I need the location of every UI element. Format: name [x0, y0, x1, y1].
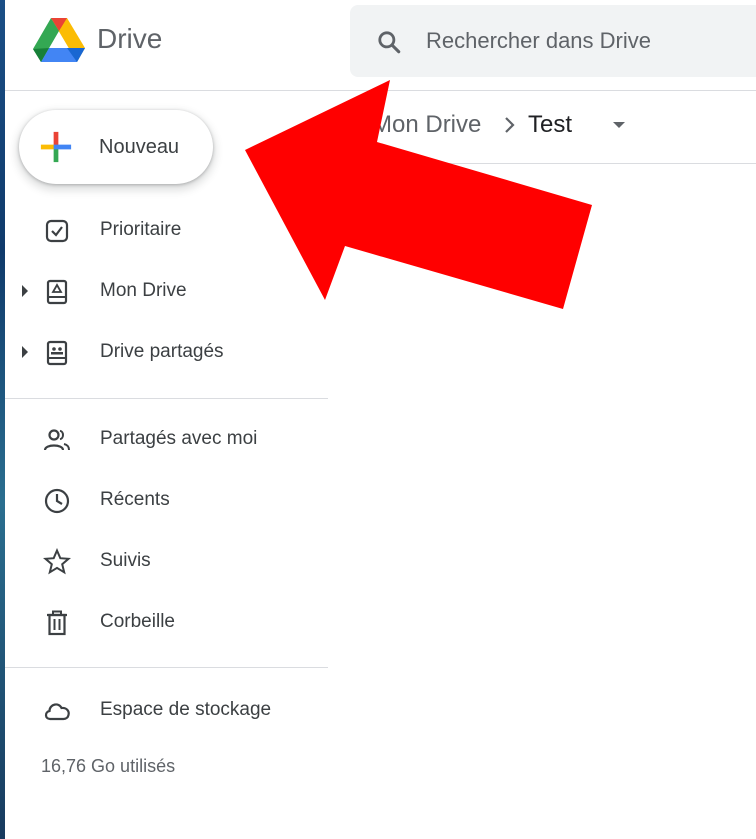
expand-caret-icon[interactable] [22, 346, 28, 358]
drive-app: Drive Mon Drive Test Nouveau [5, 0, 756, 839]
storage-usage-text: 16,76 Go utilisés [41, 756, 176, 776]
sidebar-item-shared-drives[interactable]: Drive partagés [5, 327, 328, 377]
sidebar-item-label: Récents [100, 489, 170, 510]
drive-logo-icon[interactable] [33, 15, 85, 67]
caret-down-icon[interactable] [613, 122, 625, 128]
sidebar-item-label: Prioritaire [100, 219, 182, 240]
new-button-label: Nouveau [99, 136, 180, 158]
sidebar-item-shared-with-me[interactable]: Partagés avec moi [5, 414, 328, 464]
sidebar-item-label: Corbeille [100, 611, 175, 632]
search-icon[interactable] [376, 29, 402, 55]
sidebar-divider [5, 667, 328, 668]
star-icon [43, 548, 71, 575]
search-input[interactable] [426, 25, 746, 57]
search-bar[interactable] [350, 5, 756, 77]
sidebar-divider [5, 398, 328, 399]
shared-drives-icon [46, 340, 68, 366]
plus-icon [40, 131, 72, 163]
sidebar-item-label: Suivis [100, 550, 151, 571]
my-drive-icon [46, 279, 68, 305]
sidebar-item-storage[interactable]: Espace de stockage [5, 685, 328, 735]
people-icon [43, 429, 70, 451]
sidebar-item-label: Partagés avec moi [100, 428, 258, 449]
clock-icon [44, 488, 70, 514]
sidebar-item-recent[interactable]: Récents [5, 475, 328, 525]
expand-caret-icon[interactable] [22, 285, 28, 297]
trash-icon [47, 610, 67, 636]
app-name[interactable]: Drive [97, 23, 162, 55]
cloud-icon [44, 703, 70, 721]
sidebar-item-trash[interactable]: Corbeille [5, 597, 328, 647]
top-bar: Drive [5, 0, 756, 91]
red-arrow-icon [245, 80, 592, 309]
sidebar-item-label: Mon Drive [100, 280, 187, 301]
sidebar-item-starred[interactable]: Suivis [5, 536, 328, 586]
sidebar-item-label: Drive partagés [100, 341, 224, 362]
priority-check-icon [45, 219, 69, 243]
new-button[interactable]: Nouveau [19, 110, 213, 184]
sidebar-item-label: Espace de stockage [100, 699, 272, 720]
